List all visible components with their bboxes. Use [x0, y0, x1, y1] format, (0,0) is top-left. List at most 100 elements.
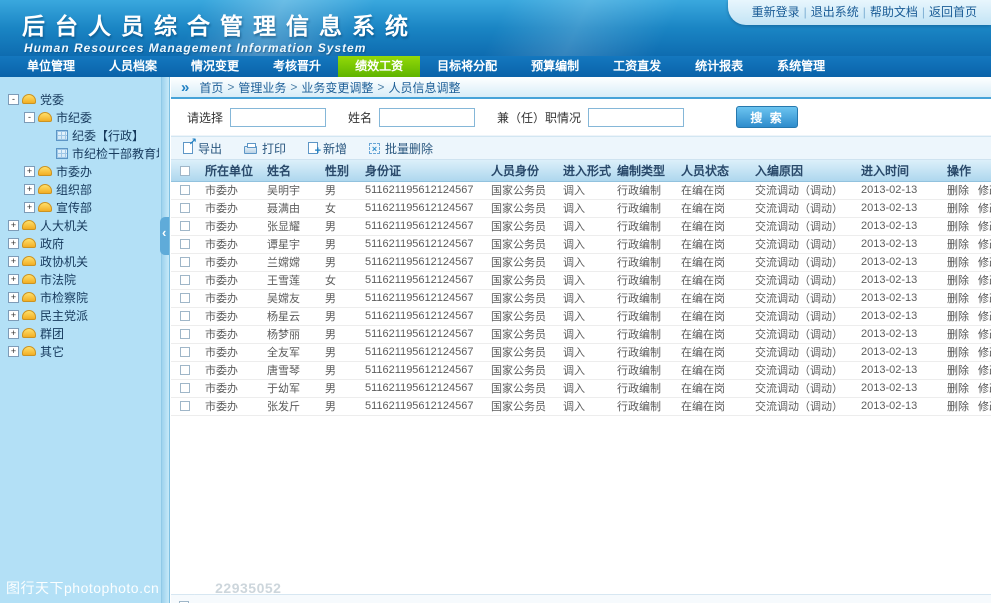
tree-item[interactable]: +组织部 [4, 180, 159, 198]
expand-toggle-icon[interactable]: + [24, 166, 35, 177]
expand-toggle-icon[interactable]: + [8, 292, 19, 303]
tree-item[interactable]: -党委 [4, 90, 159, 108]
row-checkbox[interactable] [180, 401, 190, 411]
row-checkbox[interactable] [180, 221, 190, 231]
expand-toggle-icon[interactable]: + [8, 346, 19, 357]
row-checkbox[interactable] [180, 257, 190, 267]
row-checkbox[interactable] [180, 311, 190, 321]
top-link-0[interactable]: 重新登录 [752, 5, 800, 19]
top-link-3[interactable]: 返回首页 [929, 5, 977, 19]
tree-item[interactable]: 纪委【行政】 [4, 126, 159, 144]
delete-link[interactable]: 删除 [947, 293, 969, 305]
nav-item-4[interactable]: 绩效工资 [338, 56, 420, 77]
delete-link[interactable]: 删除 [947, 347, 969, 359]
select-all-checkbox[interactable] [180, 166, 190, 176]
nav-item-5[interactable]: 目标将分配 [420, 56, 514, 77]
expand-toggle-icon[interactable]: + [24, 202, 35, 213]
expand-toggle-icon[interactable]: + [24, 184, 35, 195]
breadcrumb-item-0[interactable]: 首页 [199, 79, 223, 96]
toolbar-button-batch-delete[interactable]: 批量删除 [369, 140, 433, 157]
nav-item-1[interactable]: 人员档案 [92, 56, 174, 77]
modify-link[interactable]: 修改 [978, 311, 991, 323]
tree-item[interactable]: +市委办 [4, 162, 159, 180]
row-checkbox[interactable] [180, 293, 190, 303]
top-link-1[interactable]: 退出系统 [811, 5, 859, 19]
tree-item[interactable]: +政协机关 [4, 252, 159, 270]
tree-item[interactable]: 市纪检干部教育培训中心 [4, 144, 159, 162]
tree-item[interactable]: +民主党派 [4, 306, 159, 324]
row-checkbox[interactable] [180, 329, 190, 339]
cell-entry: 调入 [557, 379, 611, 397]
delete-link[interactable]: 删除 [947, 365, 969, 377]
filter-fields: 请选择姓名兼（任）职情况 [187, 108, 706, 127]
nav-item-7[interactable]: 工资直发 [596, 56, 678, 77]
breadcrumb-item-3[interactable]: 人员信息调整 [388, 79, 460, 96]
breadcrumb-item-2[interactable]: 业务变更调整 [301, 79, 373, 96]
nav-item-0[interactable]: 单位管理 [10, 56, 92, 77]
tree-item[interactable]: +政府 [4, 234, 159, 252]
row-checkbox[interactable] [180, 203, 190, 213]
tree-item[interactable]: +市法院 [4, 270, 159, 288]
nav-item-3[interactable]: 考核晋升 [256, 56, 338, 77]
cell-unit: 市委办 [199, 325, 261, 343]
expand-toggle-icon[interactable]: + [8, 220, 19, 231]
nav-item-2[interactable]: 情况变更 [174, 56, 256, 77]
tree-item[interactable]: +群团 [4, 324, 159, 342]
toolbar-button-add[interactable]: 新增 [308, 140, 347, 157]
sidebar-collapse-handle[interactable] [160, 217, 169, 255]
collapse-toggle-icon[interactable]: - [8, 94, 19, 105]
sidebar-gutter [161, 77, 169, 603]
expand-toggle-icon[interactable]: + [8, 274, 19, 285]
expand-toggle-icon[interactable]: + [8, 256, 19, 267]
tree-item[interactable]: +市检察院 [4, 288, 159, 306]
delete-link[interactable]: 删除 [947, 401, 969, 413]
delete-link[interactable]: 删除 [947, 221, 969, 233]
toolbar-button-print[interactable]: 打印 [244, 140, 286, 157]
delete-link[interactable]: 删除 [947, 185, 969, 197]
nav-item-9[interactable]: 系统管理 [760, 56, 842, 77]
modify-link[interactable]: 修改 [978, 347, 991, 359]
modify-link[interactable]: 修改 [978, 383, 991, 395]
modify-link[interactable]: 修改 [978, 275, 991, 287]
toolbar-button-export[interactable]: 导出 [183, 140, 222, 157]
row-checkbox[interactable] [180, 185, 190, 195]
nav-item-8[interactable]: 统计报表 [678, 56, 760, 77]
delete-link[interactable]: 删除 [947, 203, 969, 215]
modify-link[interactable]: 修改 [978, 329, 991, 341]
delete-link[interactable]: 删除 [947, 239, 969, 251]
delete-link[interactable]: 删除 [947, 311, 969, 323]
modify-link[interactable]: 修改 [978, 239, 991, 251]
modify-link[interactable]: 修改 [978, 401, 991, 413]
row-checkbox[interactable] [180, 239, 190, 249]
expand-toggle-icon[interactable]: + [8, 328, 19, 339]
collapse-toggle-icon[interactable]: - [24, 112, 35, 123]
filter-input-1[interactable] [379, 108, 475, 127]
delete-link[interactable]: 删除 [947, 329, 969, 341]
folder-icon [22, 346, 36, 356]
search-button[interactable]: 搜 索 [736, 106, 798, 128]
modify-link[interactable]: 修改 [978, 221, 991, 233]
breadcrumb-item-1[interactable]: 管理业务 [238, 79, 286, 96]
row-checkbox[interactable] [180, 383, 190, 393]
tree-item[interactable]: +人大机关 [4, 216, 159, 234]
row-checkbox[interactable] [180, 365, 190, 375]
tree-item[interactable]: +其它 [4, 342, 159, 360]
row-checkbox[interactable] [180, 347, 190, 357]
expand-toggle-icon[interactable]: + [8, 310, 19, 321]
tree-item[interactable]: -市纪委 [4, 108, 159, 126]
filter-input-0[interactable] [230, 108, 326, 127]
modify-link[interactable]: 修改 [978, 185, 991, 197]
top-link-2[interactable]: 帮助文档 [870, 5, 918, 19]
row-checkbox[interactable] [180, 275, 190, 285]
modify-link[interactable]: 修改 [978, 203, 991, 215]
nav-item-6[interactable]: 预算编制 [514, 56, 596, 77]
filter-input-2[interactable] [588, 108, 684, 127]
delete-link[interactable]: 删除 [947, 383, 969, 395]
delete-link[interactable]: 删除 [947, 257, 969, 269]
delete-link[interactable]: 删除 [947, 275, 969, 287]
modify-link[interactable]: 修改 [978, 293, 991, 305]
modify-link[interactable]: 修改 [978, 257, 991, 269]
expand-toggle-icon[interactable]: + [8, 238, 19, 249]
tree-item[interactable]: +宣传部 [4, 198, 159, 216]
modify-link[interactable]: 修改 [978, 365, 991, 377]
